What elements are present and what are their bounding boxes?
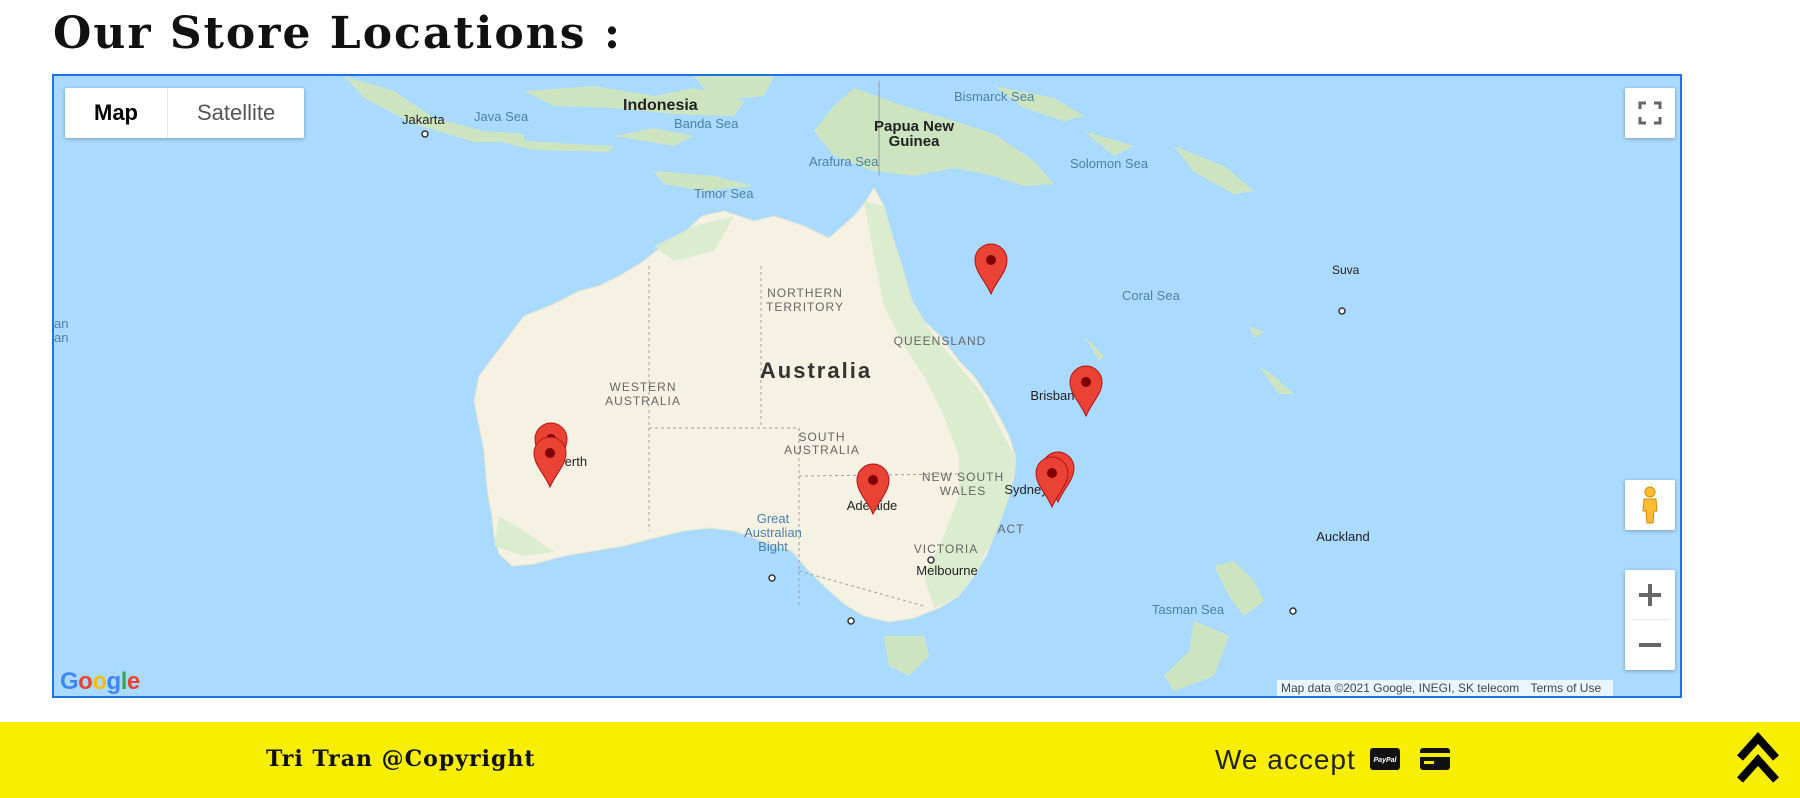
label-australia: Australia xyxy=(760,358,872,383)
map-data-text: Map data ©2021 Google, INEGI, SK telecom xyxy=(1281,681,1520,695)
label-gab-line1: Great xyxy=(757,511,790,526)
label-nsw-line1: NEW SOUTH xyxy=(922,470,1004,484)
label-nt-line2: TERRITORY xyxy=(766,300,844,314)
pegman-icon xyxy=(1642,486,1658,524)
label-nsw-line2: WALES xyxy=(940,484,987,498)
paypal-icon: PayPal xyxy=(1370,748,1400,770)
label-solomon-sea: Solomon Sea xyxy=(1070,156,1149,171)
label-wa-line2: AUSTRALIA xyxy=(605,394,681,408)
street-view-pegman-button[interactable] xyxy=(1625,480,1675,530)
map-type-control: Map Satellite xyxy=(65,88,305,138)
page-title: Our Store Locations : xyxy=(53,8,623,59)
label-nt-line1: NORTHERN xyxy=(767,286,843,300)
paypal-icon-text: PayPal xyxy=(1374,757,1398,764)
label-sa-line2: AUSTRALIA xyxy=(784,443,860,457)
label-suva: Suva xyxy=(1332,263,1360,277)
label-arafura-sea: Arafura Sea xyxy=(809,154,879,169)
label-gab-line3: Bight xyxy=(758,539,788,554)
plus-icon xyxy=(1639,584,1661,606)
fullscreen-icon xyxy=(1638,101,1662,125)
map-attribution: Map data ©2021 Google, INEGI, SK telecom… xyxy=(1277,680,1614,696)
satellite-view-button[interactable]: Satellite xyxy=(168,88,304,138)
fullscreen-button[interactable] xyxy=(1625,88,1675,138)
copyright-text: Tri Tran @Copyright xyxy=(266,746,536,772)
zoom-in-button[interactable] xyxy=(1625,570,1675,620)
label-tasman-sea: Tasman Sea xyxy=(1152,602,1225,617)
label-victoria: VICTORIA xyxy=(914,542,978,556)
label-timor-sea: Timor Sea xyxy=(694,186,754,201)
label-auckland: Auckland xyxy=(1316,529,1369,544)
google-logo[interactable]: Google xyxy=(60,668,140,696)
store-locations-map[interactable]: Indonesia Jakarta Java Sea Banda Sea Bis… xyxy=(52,74,1682,698)
label-act: ACT xyxy=(998,522,1025,536)
label-coral-sea: Coral Sea xyxy=(1122,288,1181,303)
label-queensland: QUEENSLAND xyxy=(894,334,987,348)
zoom-out-button[interactable] xyxy=(1625,620,1675,670)
label-gab-line2: Australian xyxy=(744,525,802,540)
label-wa-line1: WESTERN xyxy=(610,380,677,394)
credit-card-icon xyxy=(1420,748,1450,770)
zoom-control xyxy=(1625,570,1675,670)
label-jakarta: Jakarta xyxy=(402,112,445,127)
terms-of-use-link[interactable]: Terms of Use xyxy=(1530,681,1609,695)
label-sa-line1: SOUTH xyxy=(799,430,846,444)
label-png-line2: Guinea xyxy=(889,133,941,150)
label-bismarck-sea: Bismarck Sea xyxy=(954,89,1035,104)
label-melbourne: Melbourne xyxy=(916,563,977,578)
label-banda-sea: Banda Sea xyxy=(674,116,739,131)
label-edge-2: an xyxy=(54,330,68,345)
label-indonesia: Indonesia xyxy=(623,97,698,114)
label-java-sea: Java Sea xyxy=(474,109,529,124)
scroll-to-top-icon[interactable] xyxy=(1736,730,1780,788)
minus-icon xyxy=(1639,643,1661,647)
label-edge-1: an xyxy=(54,316,68,331)
zoom-divider xyxy=(1632,619,1668,620)
map-view-button[interactable]: Map xyxy=(65,88,168,138)
we-accept-label: We accept xyxy=(1215,744,1356,775)
map-canvas[interactable]: Indonesia Jakarta Java Sea Banda Sea Bis… xyxy=(54,76,1680,696)
footer: Tri Tran @Copyright We accept PayPal xyxy=(0,722,1800,798)
